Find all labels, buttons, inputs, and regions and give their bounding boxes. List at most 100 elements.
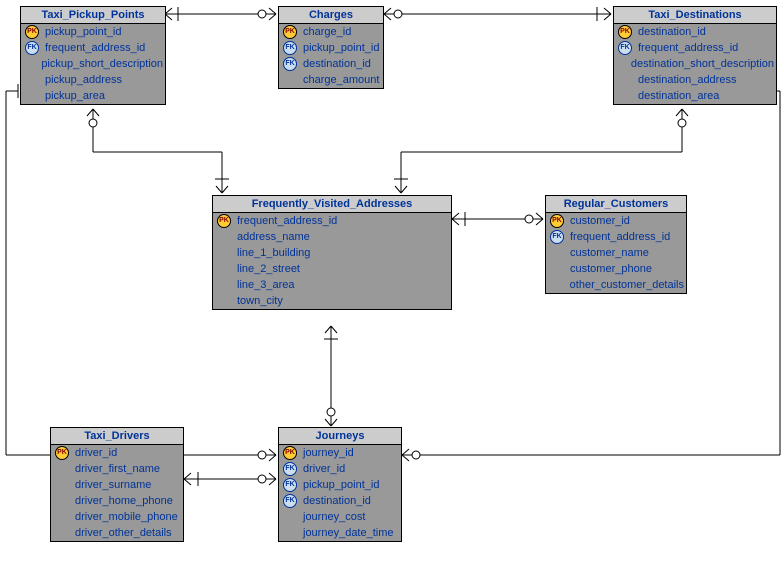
column-row: customer_name: [546, 245, 686, 261]
column-name: driver_other_details: [71, 527, 172, 539]
column-row: line_2_street: [213, 261, 451, 277]
column-row: driver_first_name: [51, 461, 183, 477]
pk-icon: PK: [53, 446, 71, 460]
column-row: FKpickup_point_id: [279, 477, 401, 493]
fk-icon: FK: [23, 41, 41, 55]
column-row: line_1_building: [213, 245, 451, 261]
column-name: charge_id: [299, 26, 351, 38]
column-row: pickup_area: [21, 88, 165, 104]
column-row: PKpickup_point_id: [21, 24, 165, 40]
entity-body: PKpickup_point_idFKfrequent_address_idpi…: [21, 24, 165, 104]
column-name: driver_mobile_phone: [71, 511, 178, 523]
fk-icon: FK: [281, 478, 299, 492]
column-row: journey_date_time: [279, 525, 401, 541]
column-row: FKpickup_point_id: [279, 40, 383, 56]
entity-body: PKcharge_idFKpickup_point_idFKdestinatio…: [279, 24, 383, 88]
column-name: frequent_address_id: [41, 42, 145, 54]
column-name: frequent_address_id: [634, 42, 738, 54]
column-name: driver_home_phone: [71, 495, 173, 507]
column-name: pickup_short_description: [37, 58, 163, 70]
column-row: FKfrequent_address_id: [546, 229, 686, 245]
entity-journeys: Journeys PKjourney_idFKdriver_idFKpickup…: [278, 427, 402, 542]
column-row: FKdriver_id: [279, 461, 401, 477]
column-name: destination_area: [634, 90, 719, 102]
entity-title: Frequently_Visited_Addresses: [213, 196, 451, 213]
column-row: charge_amount: [279, 72, 383, 88]
column-name: line_2_street: [233, 263, 300, 275]
column-name: destination_id: [299, 58, 371, 70]
column-name: driver_surname: [71, 479, 151, 491]
column-name: other_customer_details: [566, 279, 684, 291]
column-row: PKcharge_id: [279, 24, 383, 40]
column-name: line_3_area: [233, 279, 295, 291]
column-row: FKdestination_id: [279, 493, 401, 509]
column-name: customer_id: [566, 215, 630, 227]
fk-icon: FK: [281, 494, 299, 508]
entity-title: Taxi_Pickup_Points: [21, 7, 165, 24]
column-name: line_1_building: [233, 247, 310, 259]
entity-title: Regular_Customers: [546, 196, 686, 213]
entity-charges: Charges PKcharge_idFKpickup_point_idFKde…: [278, 6, 384, 89]
column-row: driver_surname: [51, 477, 183, 493]
column-row: FKfrequent_address_id: [614, 40, 776, 56]
column-name: driver_id: [299, 463, 345, 475]
entity-taxi-destinations: Taxi_Destinations PKdestination_idFKfreq…: [613, 6, 777, 105]
column-name: destination_id: [299, 495, 371, 507]
column-name: journey_date_time: [299, 527, 394, 539]
entity-body: PKdestination_idFKfrequent_address_iddes…: [614, 24, 776, 104]
column-row: line_3_area: [213, 277, 451, 293]
entity-body: PKdriver_iddriver_first_namedriver_surna…: [51, 445, 183, 541]
column-row: FKfrequent_address_id: [21, 40, 165, 56]
entity-title: Charges: [279, 7, 383, 24]
column-row: destination_address: [614, 72, 776, 88]
fk-icon: FK: [281, 462, 299, 476]
column-row: journey_cost: [279, 509, 401, 525]
entity-taxi-pickup-points: Taxi_Pickup_Points PKpickup_point_idFKfr…: [20, 6, 166, 105]
entity-title: Journeys: [279, 428, 401, 445]
pk-icon: PK: [281, 446, 299, 460]
column-name: customer_phone: [566, 263, 652, 275]
entity-body: PKcustomer_idFKfrequent_address_idcustom…: [546, 213, 686, 293]
entity-body: PKjourney_idFKdriver_idFKpickup_point_id…: [279, 445, 401, 541]
pk-icon: PK: [548, 214, 566, 228]
column-name: address_name: [233, 231, 310, 243]
column-row: pickup_address: [21, 72, 165, 88]
column-row: pickup_short_description: [21, 56, 165, 72]
column-name: journey_cost: [299, 511, 365, 523]
column-name: pickup_point_id: [299, 479, 379, 491]
column-row: PKdriver_id: [51, 445, 183, 461]
column-row: destination_area: [614, 88, 776, 104]
column-name: driver_id: [71, 447, 117, 459]
entity-title: Taxi_Drivers: [51, 428, 183, 445]
column-name: pickup_point_id: [299, 42, 379, 54]
column-row: customer_phone: [546, 261, 686, 277]
column-name: destination_id: [634, 26, 706, 38]
pk-icon: PK: [23, 25, 41, 39]
fk-icon: FK: [548, 230, 566, 244]
column-name: pickup_point_id: [41, 26, 121, 38]
column-name: customer_name: [566, 247, 649, 259]
entity-title: Taxi_Destinations: [614, 7, 776, 24]
column-row: town_city: [213, 293, 451, 309]
column-name: town_city: [233, 295, 283, 307]
column-row: other_customer_details: [546, 277, 686, 293]
column-name: pickup_area: [41, 90, 105, 102]
column-row: driver_mobile_phone: [51, 509, 183, 525]
column-row: address_name: [213, 229, 451, 245]
column-row: FKdestination_id: [279, 56, 383, 72]
column-row: PKjourney_id: [279, 445, 401, 461]
fk-icon: FK: [281, 41, 299, 55]
column-row: driver_other_details: [51, 525, 183, 541]
column-row: PKfrequent_address_id: [213, 213, 451, 229]
column-row: PKcustomer_id: [546, 213, 686, 229]
fk-icon: FK: [281, 57, 299, 71]
pk-icon: PK: [616, 25, 634, 39]
entity-body: PKfrequent_address_id address_name line_1_…: [213, 213, 451, 309]
column-name: pickup_address: [41, 74, 122, 86]
column-name: destination_address: [634, 74, 736, 86]
column-row: driver_home_phone: [51, 493, 183, 509]
pk-icon: PK: [215, 214, 233, 228]
entity-regular-customers: Regular_Customers PKcustomer_idFKfrequen…: [545, 195, 687, 294]
fk-icon: FK: [616, 41, 634, 55]
column-name: charge_amount: [299, 74, 379, 86]
